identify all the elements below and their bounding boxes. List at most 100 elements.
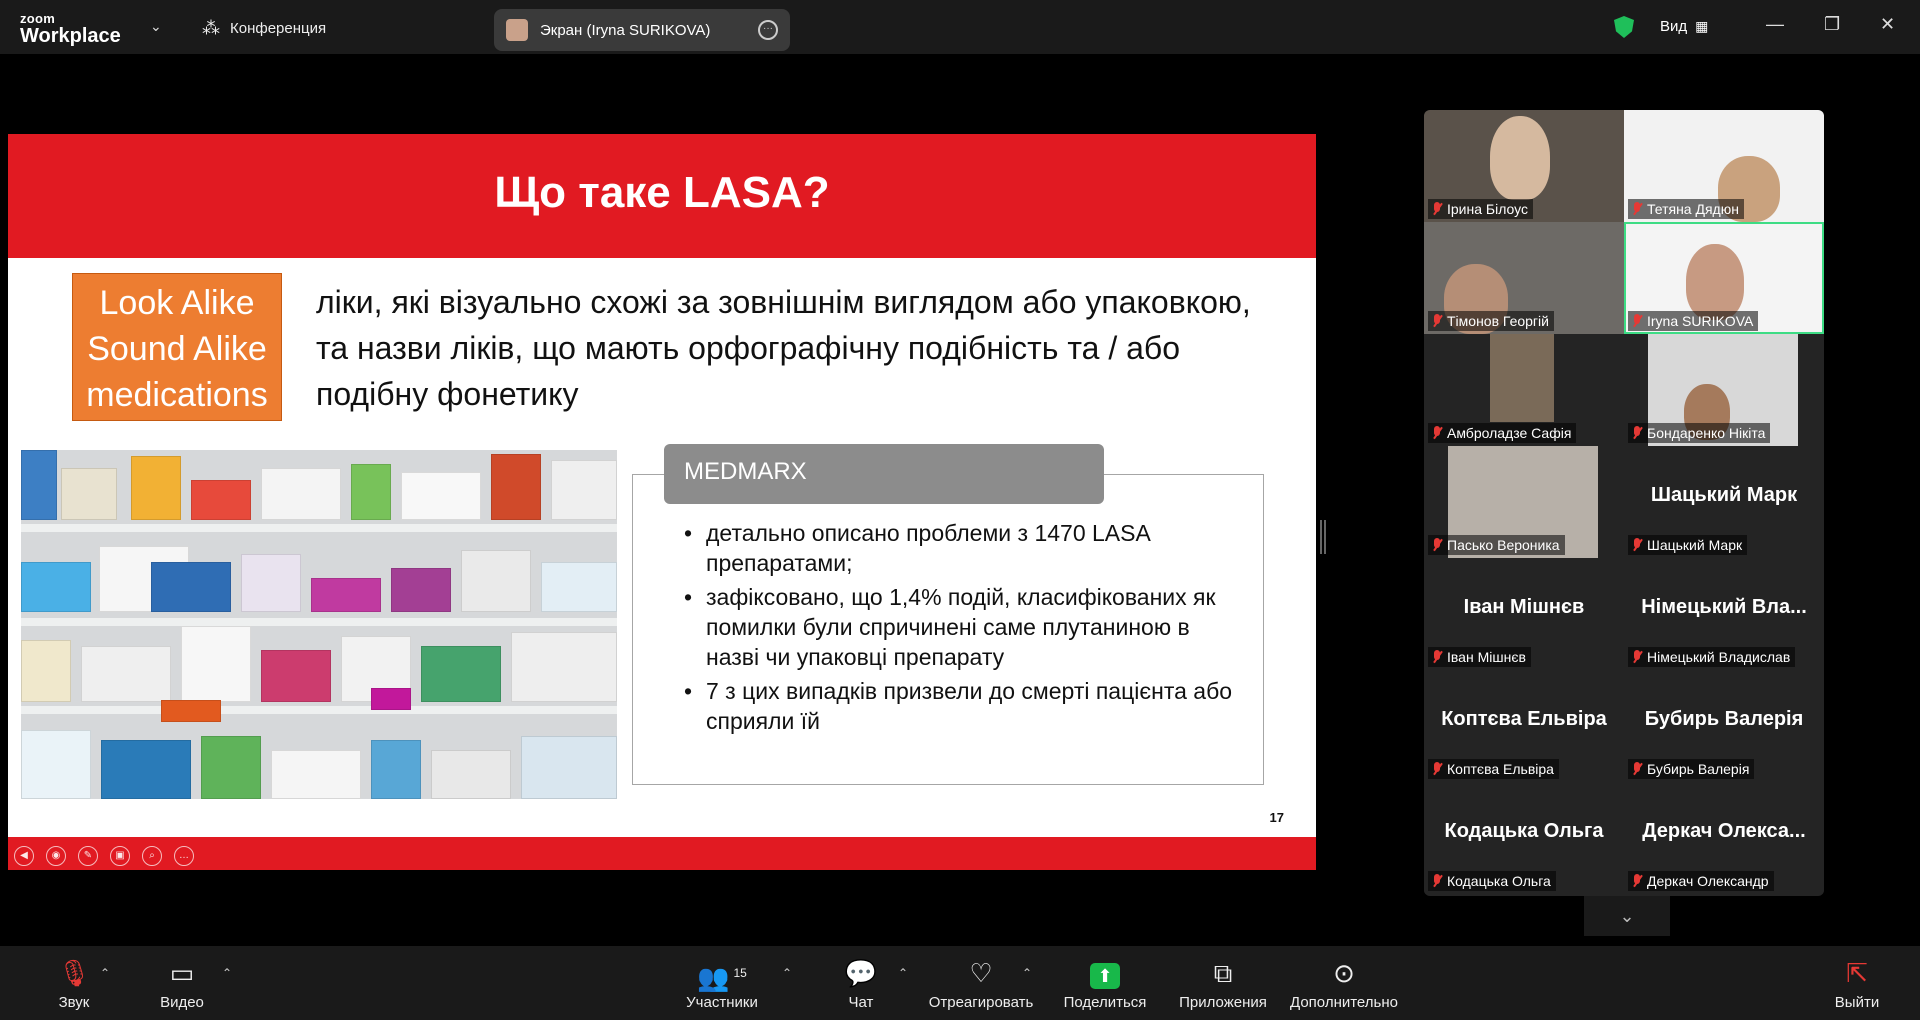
participant-label: Iryna SURIKOVA bbox=[1628, 311, 1759, 331]
share-screen-icon: ⬆ bbox=[1062, 958, 1148, 990]
participant-tile[interactable]: Іван Мішнєв Іван Мішнєв bbox=[1424, 558, 1624, 670]
brand-bottom: Workplace bbox=[20, 25, 121, 47]
chat-button[interactable]: 💬 Чат bbox=[842, 958, 880, 1011]
leave-icon: ⇱ bbox=[1846, 958, 1868, 988]
participant-name-large: Іван Мішнєв bbox=[1463, 596, 1585, 618]
react-options-caret-icon[interactable]: ⌃ bbox=[1022, 966, 1032, 980]
slide-footer-bar: ◀ ◉ ✎ ▣ ⌕ … bbox=[8, 837, 1316, 870]
more-icon: ⊙ bbox=[1333, 958, 1355, 988]
participant-label: Ірина Білоус bbox=[1428, 199, 1533, 219]
medmarx-title: MEDMARX bbox=[664, 444, 1104, 504]
previous-slide-icon[interactable]: ◀ bbox=[14, 846, 34, 866]
participant-tile[interactable]: Бондаренко Нікіта bbox=[1624, 334, 1824, 446]
bullet-item: зафіксовано, що 1,4% подій, класифікован… bbox=[678, 582, 1238, 672]
meeting-menu-label: Конференция bbox=[230, 20, 327, 37]
participants-button[interactable]: 👥 15 Участники bbox=[684, 958, 760, 1011]
participants-icon: ⁂ bbox=[202, 18, 220, 38]
participant-name-large: Шацький Марк bbox=[1650, 484, 1798, 506]
minimize-icon[interactable]: — bbox=[1766, 14, 1784, 35]
screen-share-indicator[interactable]: Экран (Iryna SURIKOVA) ··· bbox=[494, 9, 790, 51]
more-options-icon[interactable]: … bbox=[174, 846, 194, 866]
panel-resize-handle[interactable] bbox=[1320, 520, 1326, 554]
audio-label: Звук bbox=[58, 994, 90, 1011]
participant-tile[interactable]: Німецький Вла... Німецький Владислав bbox=[1624, 558, 1824, 670]
participant-label: Іван Мішнєв bbox=[1428, 647, 1531, 667]
participant-name-large: Бубирь Валерія bbox=[1644, 708, 1804, 730]
pointer-icon[interactable]: ◉ bbox=[46, 846, 66, 866]
participant-tile[interactable]: Амброладзе Сафія bbox=[1424, 334, 1624, 446]
participants-options-caret-icon[interactable]: ⌃ bbox=[782, 966, 792, 980]
grid-icon: ▦ bbox=[1695, 18, 1709, 34]
gallery-scroll-down-icon[interactable]: ⌄ bbox=[1584, 896, 1670, 936]
participant-label: Шацький Марк bbox=[1628, 535, 1748, 555]
mic-muted-icon bbox=[1632, 650, 1642, 664]
participant-tile[interactable]: Шацький Марк Шацький Марк bbox=[1624, 446, 1824, 558]
medmarx-bullets: детально описано проблеми з 1470 LASA пр… bbox=[678, 518, 1238, 740]
participant-tile[interactable]: Тетяна Дядюн bbox=[1624, 110, 1824, 222]
lasa-line: Look Alike bbox=[99, 284, 255, 322]
mic-muted-icon bbox=[1432, 314, 1442, 328]
view-button[interactable]: Вид ▦ bbox=[1660, 18, 1708, 35]
brand-top: zoom bbox=[20, 11, 56, 26]
participant-label: Тімонов Георгій bbox=[1428, 311, 1554, 331]
participant-tile[interactable]: Тімонов Георгій bbox=[1424, 222, 1624, 334]
participant-label: Німецький Владислав bbox=[1628, 647, 1796, 667]
zoom-icon[interactable]: ⌕ bbox=[142, 846, 162, 866]
participant-tile[interactable]: Деркач Олекса... Деркач Олександр bbox=[1624, 782, 1824, 894]
slide-header: Що таке LASA? bbox=[8, 134, 1316, 258]
participant-label: Бондаренко Нікіта bbox=[1628, 423, 1771, 443]
bullet-item: 7 з цих випадків призвели до смерті паці… bbox=[678, 676, 1238, 736]
chat-options-caret-icon[interactable]: ⌃ bbox=[898, 966, 908, 980]
participant-tile[interactable]: Ірина Білоус bbox=[1424, 110, 1624, 222]
participant-gallery: Ірина Білоус Тетяна Дядюн Тімонов Георгі… bbox=[1424, 110, 1824, 896]
slide-title: Що таке LASA? bbox=[494, 168, 830, 217]
participant-name-large: Коптєва Ельвіра bbox=[1441, 708, 1607, 730]
video-label: Видео bbox=[160, 994, 204, 1011]
participant-label: Бубирь Валерія bbox=[1628, 759, 1755, 779]
participant-label: Пасько Вероника bbox=[1428, 535, 1565, 555]
meeting-toolbar: 🎙 Звук ⌃ ▭ Видео ⌃ 👥 15 Участники ⌃ 💬 Чат… bbox=[0, 946, 1920, 1020]
mic-muted-icon bbox=[1632, 426, 1642, 440]
share-button[interactable]: ⬆ Поделиться bbox=[1062, 958, 1148, 1011]
more-button[interactable]: ⊙ Дополнительно bbox=[1286, 958, 1402, 1011]
chevron-down-icon[interactable]: ⌄ bbox=[150, 18, 162, 35]
screen-share-label: Экран (Iryna SURIKOVA) bbox=[540, 21, 711, 39]
mic-muted-icon bbox=[1432, 650, 1442, 664]
view-label: Вид bbox=[1660, 18, 1688, 35]
shared-slide: Що таке LASA? Look Alike Sound Alike med… bbox=[8, 134, 1316, 870]
restore-icon[interactable]: ❐ bbox=[1824, 14, 1840, 35]
mic-muted-icon bbox=[1632, 314, 1642, 328]
slides-icon[interactable]: ▣ bbox=[110, 846, 130, 866]
leave-button[interactable]: ⇱ Выйти bbox=[1832, 958, 1882, 1011]
participant-tile[interactable]: Пасько Вероника bbox=[1424, 446, 1624, 558]
audio-button[interactable]: 🎙 Звук bbox=[46, 958, 102, 1011]
react-button[interactable]: ♡ Отреагировать bbox=[926, 958, 1036, 1011]
pen-icon[interactable]: ✎ bbox=[78, 846, 98, 866]
chat-icon: 💬 bbox=[844, 958, 878, 988]
participant-tile[interactable]: Кодацька Ольга Кодацька Ольга bbox=[1424, 782, 1624, 894]
participant-label: Кодацька Ольга bbox=[1428, 871, 1556, 891]
participant-name-large: Деркач Олекса... bbox=[1642, 820, 1806, 842]
participant-tile[interactable]: Бубирь Валерія Бубирь Валерія bbox=[1624, 670, 1824, 782]
participant-tile[interactable]: Коптєва Ельвіра Коптєва Ельвіра bbox=[1424, 670, 1624, 782]
participant-label: Коптєва Ельвіра bbox=[1428, 759, 1559, 779]
heart-icon: ♡ bbox=[969, 958, 993, 988]
security-shield-icon[interactable] bbox=[1614, 16, 1634, 38]
mic-muted-icon bbox=[1632, 874, 1642, 888]
apps-button[interactable]: ⧉ Приложения bbox=[1176, 958, 1270, 1011]
video-camera-icon: ▭ bbox=[169, 958, 195, 988]
participant-label: Тетяна Дядюн bbox=[1628, 199, 1744, 219]
mic-muted-icon bbox=[1432, 202, 1442, 216]
react-label: Отреагировать bbox=[928, 994, 1034, 1011]
apps-icon: ⧉ bbox=[1213, 958, 1233, 988]
close-icon[interactable]: ✕ bbox=[1880, 14, 1895, 35]
lasa-line: Sound Alike bbox=[87, 330, 267, 368]
meeting-menu[interactable]: ⁂ Конференция bbox=[202, 18, 326, 39]
participant-tile-active[interactable]: Iryna SURIKOVA bbox=[1624, 222, 1824, 334]
video-options-caret-icon[interactable]: ⌃ bbox=[222, 966, 232, 980]
title-bar: zoom Workplace ⌄ ⁂ Конференция Экран (Ir… bbox=[0, 0, 1920, 54]
bullet-item: детально описано проблеми з 1470 LASA пр… bbox=[678, 518, 1238, 578]
audio-options-caret-icon[interactable]: ⌃ bbox=[100, 966, 110, 980]
more-icon[interactable]: ··· bbox=[758, 20, 778, 40]
video-button[interactable]: ▭ Видео bbox=[154, 958, 210, 1011]
